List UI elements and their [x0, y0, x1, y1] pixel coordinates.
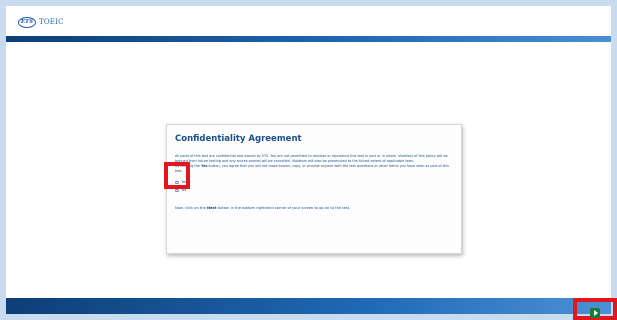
next-instruction: Now, click on the Next button in the bot… [175, 206, 453, 210]
agreement-yes-bold: Yes [200, 164, 208, 169]
no-radio[interactable] [175, 188, 179, 193]
agreement-options: Yes No [175, 178, 453, 194]
dialog-title: Confidentiality Agreement [175, 134, 302, 144]
confidentiality-dialog: Confidentiality Agreement All parts of t… [166, 124, 462, 254]
next-instruction-bold: Next [206, 206, 217, 211]
confidentiality-paragraph: All parts of this test are confidential … [175, 154, 448, 163]
logo-toeic: TOEIC [39, 18, 64, 26]
next-arrow-icon [593, 310, 598, 316]
option-yes[interactable]: Yes [175, 178, 453, 186]
app-window: ETS TOEIC Confidentiality Agreement All … [6, 6, 611, 314]
footer-bar [6, 298, 611, 314]
header: ETS TOEIC [6, 6, 611, 36]
agreement-paragraph: By clicking the Yes button, you agree th… [175, 164, 453, 173]
next-button[interactable] [590, 308, 600, 318]
agreement-suffix: button, you agree that you will not make… [175, 164, 449, 173]
next-instruction-prefix: Now, click on the [175, 206, 206, 211]
option-no[interactable]: No [175, 186, 453, 194]
next-instruction-suffix: button in the bottom righthand corner of… [217, 206, 351, 211]
radio-highlight-box [164, 162, 190, 189]
logo-ets: ETS [18, 16, 36, 28]
ets-toeic-logo: ETS TOEIC [18, 15, 64, 29]
content-area: Confidentiality Agreement All parts of t… [6, 42, 611, 298]
